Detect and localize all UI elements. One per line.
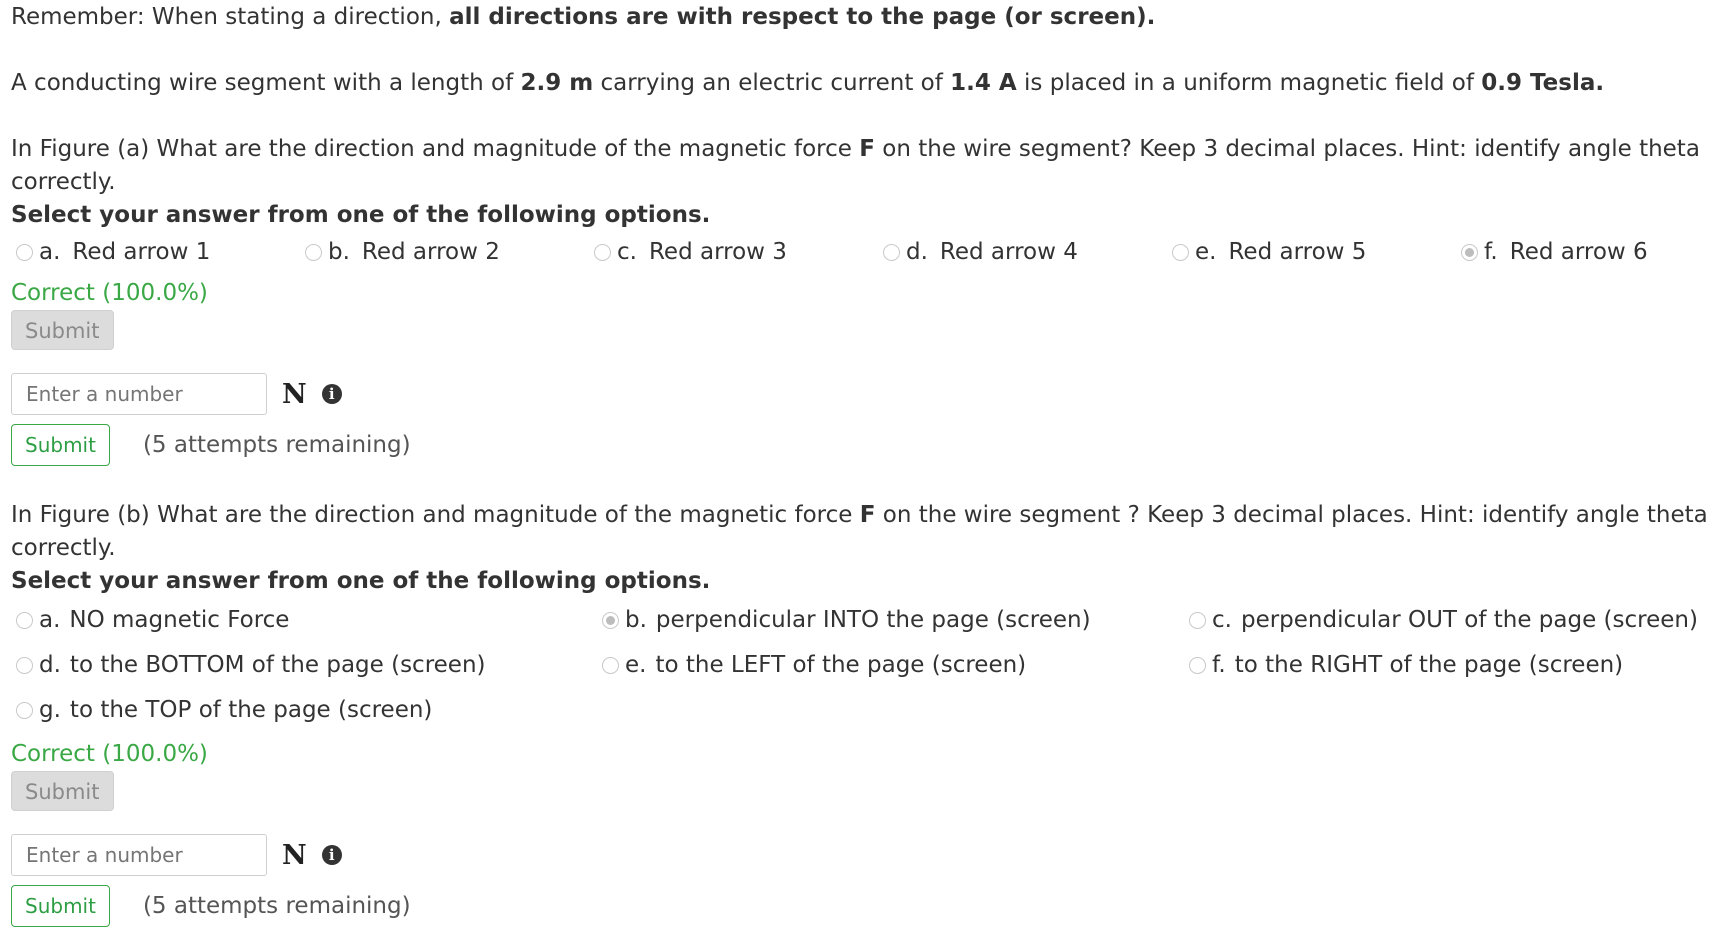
question-b-submit-row: Submit (5 attempts remaining) [11,885,1715,927]
question-a-option-c[interactable]: c. Red arrow 3 [589,236,878,269]
radio-button[interactable] [16,243,33,261]
question-b-result: Correct (100.0%) [11,741,208,767]
question-a-result: Correct (100.0%) [11,280,208,306]
unit-label: N [282,839,307,871]
remember-note: Remember: When stating a direction, all … [11,4,1156,30]
question-b-option-f[interactable]: f. to the RIGHT of the page (screen) [1184,643,1704,688]
question-a-option-d[interactable]: d. Red arrow 4 [878,236,1167,269]
question-b-option-c[interactable]: c. perpendicular OUT of the page (screen… [1184,598,1704,643]
radio-button[interactable] [16,702,33,719]
question-b-submit-button[interactable]: Submit [11,885,110,927]
question-a-option-b[interactable]: b. Red arrow 2 [300,236,589,269]
question-b-options: a. NO magnetic Force b. perpendicular IN… [11,598,1715,733]
question-a-submit-row: Submit (5 attempts remaining) [11,424,1715,466]
question-a-option-e[interactable]: e. Red arrow 5 [1167,236,1456,269]
question-b-magnitude-row: N i [11,834,1715,876]
question-b-option-g[interactable]: g. to the TOP of the page (screen) [11,688,597,733]
question-b-option-a[interactable]: a. NO magnetic Force [11,598,597,643]
radio-button-selected[interactable] [1461,243,1478,261]
radio-button[interactable] [16,657,33,674]
question-b-number-input[interactable] [11,834,267,876]
radio-button[interactable] [1189,612,1206,629]
question-b-text: In Figure (b) What are the direction and… [11,502,1708,561]
question-a-select-heading: Select your answer from one of the follo… [11,202,711,228]
radio-button[interactable] [602,657,619,674]
radio-button[interactable] [1172,243,1189,261]
radio-button[interactable] [1189,657,1206,674]
radio-button[interactable] [594,243,611,261]
radio-button[interactable] [883,243,900,261]
info-circle-icon[interactable]: i [321,384,342,404]
question-b-option-e[interactable]: e. to the LEFT of the page (screen) [597,643,1184,688]
page: Remember: When stating a direction, all … [0,1,1726,927]
question-b-option-d[interactable]: d. to the BOTTOM of the page (screen) [11,643,597,688]
problem-intro: A conducting wire segment with a length … [11,70,1605,96]
info-circle-icon[interactable]: i [321,845,342,865]
question-b-select-heading: Select your answer from one of the follo… [11,568,711,594]
question-b-submit-disabled: Submit [11,771,114,811]
radio-button-selected[interactable] [602,612,619,629]
question-a-option-a[interactable]: a. Red arrow 1 [11,236,300,269]
question-a-submit-disabled: Submit [11,310,114,350]
question-a-option-f[interactable]: f. Red arrow 6 [1456,236,1726,269]
question-a-number-input[interactable] [11,373,267,415]
question-a: In Figure (a) What are the direction and… [11,133,1715,466]
question-a-text: In Figure (a) What are the direction and… [11,136,1700,195]
question-b: In Figure (b) What are the direction and… [11,499,1715,927]
unit-label: N [282,378,307,410]
question-a-magnitude-row: N i [11,373,1715,415]
radio-button[interactable] [16,612,33,629]
question-a-submit-button[interactable]: Submit [11,424,110,466]
question-a-options: a. Red arrow 1 b. Red arrow 2 c. Red arr… [11,232,1715,272]
radio-button[interactable] [305,243,322,261]
question-b-option-b[interactable]: b. perpendicular INTO the page (screen) [597,598,1184,643]
attempts-remaining: (5 attempts remaining) [142,431,411,458]
